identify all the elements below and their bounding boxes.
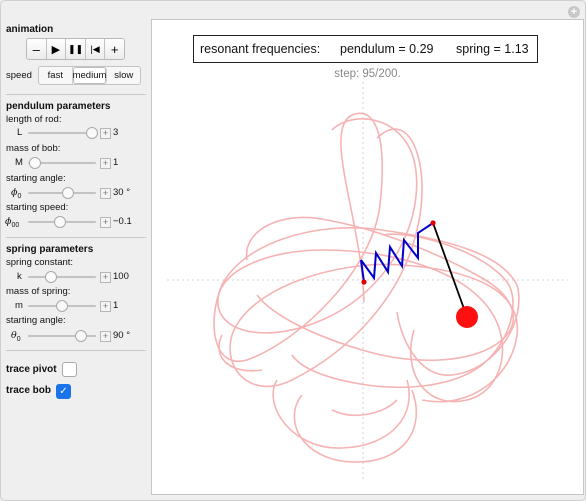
M-symbol: M <box>15 157 23 168</box>
divider <box>6 94 146 95</box>
plus-icon[interactable]: + <box>100 188 111 199</box>
phi0-value: 30 ° <box>113 187 131 198</box>
pivot-point <box>430 220 436 226</box>
spring-angle-slider[interactable] <box>28 330 96 342</box>
spring-constant-slider[interactable] <box>28 271 96 283</box>
pause-button[interactable]: ❚❚ <box>66 39 86 59</box>
speed-medium[interactable]: medium <box>72 67 108 84</box>
plus-icon[interactable]: + <box>568 6 580 18</box>
theta0-value: 90 ° <box>113 330 131 341</box>
decrement-button[interactable]: – <box>27 39 47 59</box>
slider-thumb[interactable] <box>54 216 67 228</box>
divider <box>6 237 146 238</box>
plot-area: resonant frequencies: pendulum = 0.29 sp… <box>151 19 584 495</box>
bob-mass-slider[interactable] <box>28 157 96 169</box>
speed-slow[interactable]: slow <box>107 67 140 84</box>
plus-icon[interactable]: + <box>100 301 111 312</box>
play-button[interactable]: ▶ <box>46 39 67 59</box>
rod-length-slider[interactable] <box>28 127 99 139</box>
speed-fast[interactable]: fast <box>39 67 73 84</box>
spring-angle-label: starting angle: <box>6 315 66 326</box>
phi00-symbol: ϕ00 <box>5 216 20 229</box>
plus-icon[interactable]: + <box>100 128 111 139</box>
spring-constant-label: spring constant: <box>6 257 74 268</box>
L-symbol: L <box>17 127 23 138</box>
m-value: 1 <box>113 300 119 311</box>
speed-label: speed <box>6 70 32 81</box>
trace-bob-checkbox[interactable]: ✓ <box>56 384 71 399</box>
phi00-value: −0.1 <box>113 216 132 227</box>
plus-icon[interactable]: + <box>100 331 111 342</box>
slider-thumb[interactable] <box>62 187 75 199</box>
theta0-symbol: θ0 <box>11 330 21 343</box>
k-value: 100 <box>113 271 129 282</box>
animation-title: animation <box>6 24 54 35</box>
starting-angle-slider[interactable] <box>28 187 96 199</box>
animation-controls: – ▶ ❚❚ |◀ + <box>26 38 125 60</box>
k-symbol: k <box>17 271 22 282</box>
speed-selector: fast medium slow <box>38 66 141 85</box>
increment-button[interactable]: + <box>105 39 124 59</box>
phi0-symbol: ϕ0 <box>11 187 22 200</box>
M-value: 1 <box>113 157 119 168</box>
slider-thumb[interactable] <box>45 271 58 283</box>
spring-parameters-title: spring parameters <box>6 244 94 255</box>
simulation-canvas <box>167 82 568 480</box>
spring-mass-slider[interactable] <box>28 300 96 312</box>
starting-angle-label: starting angle: <box>6 173 66 184</box>
trace-bob-label: trace bob <box>6 385 52 396</box>
bob-trace <box>213 112 520 463</box>
spring-mass-label: mass of spring: <box>6 286 71 297</box>
rod-length-label: length of rod: <box>6 114 62 125</box>
trace-pivot-label: trace pivot <box>6 364 57 375</box>
m-symbol: m <box>15 300 23 311</box>
starting-speed-slider[interactable] <box>28 216 96 228</box>
plus-icon[interactable]: + <box>100 217 111 228</box>
starting-speed-label: starting speed: <box>6 202 69 213</box>
plus-icon[interactable]: + <box>100 272 111 283</box>
reset-button[interactable]: |◀ <box>85 39 106 59</box>
divider <box>6 350 146 351</box>
slider-thumb[interactable] <box>74 330 87 342</box>
slider-thumb[interactable] <box>29 157 42 169</box>
plus-icon[interactable]: + <box>100 158 111 169</box>
trace-pivot-checkbox[interactable] <box>62 362 77 377</box>
pendulum-bob <box>456 306 478 328</box>
spring-base-point <box>361 279 367 285</box>
bob-mass-label: mass of bob: <box>6 143 61 154</box>
pendulum-parameters-title: pendulum parameters <box>6 101 111 112</box>
slider-thumb[interactable] <box>56 300 69 312</box>
L-value: 3 <box>113 127 119 138</box>
